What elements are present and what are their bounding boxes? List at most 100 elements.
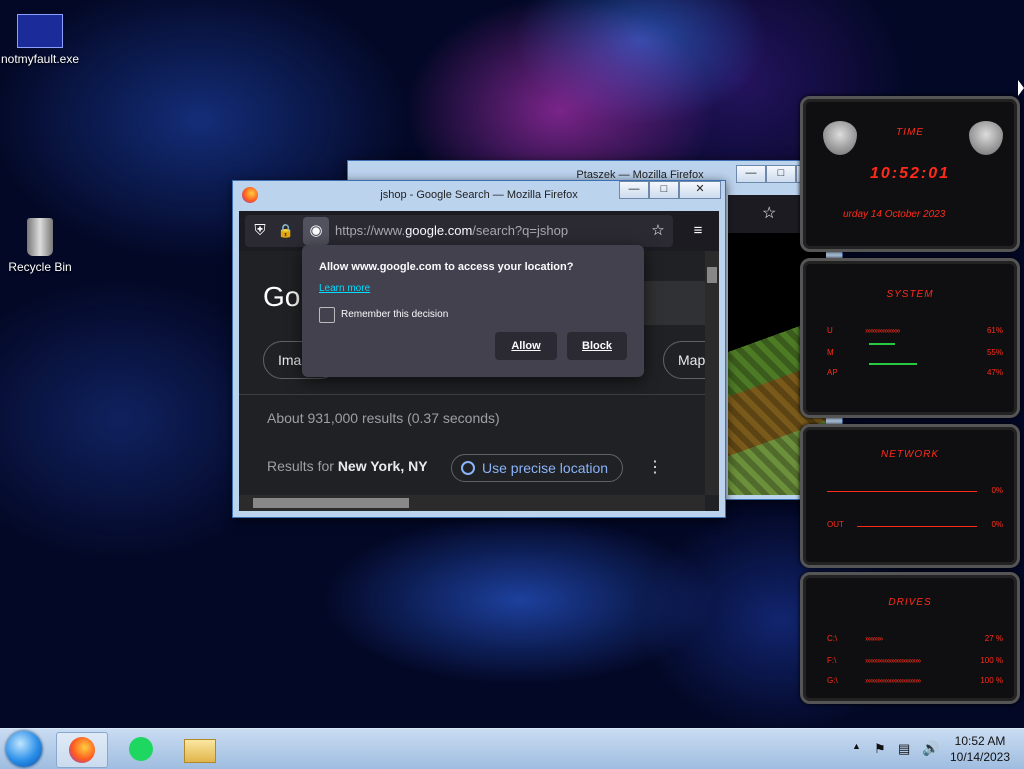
taskbar-notes-app[interactable] xyxy=(116,732,166,766)
permission-message: Allow www.google.com to access your loca… xyxy=(319,261,574,273)
network-row: OUT 0% xyxy=(827,519,1003,531)
widget-date-value: urday 14 October 2023 xyxy=(843,209,946,220)
precise-location-label: Use precise location xyxy=(482,460,609,476)
drive-row: F:\ »»»»»»»»»»»»»»»» 100 % xyxy=(827,655,1003,667)
window-title-text: jshop - Google Search — Mozilla Firefox xyxy=(380,189,578,201)
more-options-icon[interactable]: ⋮ xyxy=(647,457,663,477)
show-hidden-icons-button[interactable]: ▲ xyxy=(852,741,861,751)
results-for-place: New York, NY xyxy=(337,458,428,474)
system-row-pct: 61% xyxy=(986,326,1003,335)
drive-row-pct: 100 % xyxy=(980,656,1003,665)
menu-hamburger-icon[interactable]: ≡ xyxy=(685,215,711,247)
recycle-bin-icon xyxy=(27,218,53,256)
clock-date: 10/14/2023 xyxy=(949,750,1011,764)
block-button[interactable]: Block xyxy=(567,332,627,360)
drive-row-label: F:\ xyxy=(827,656,837,665)
remember-decision-label: Remember this decision xyxy=(341,309,449,320)
widget-network-title: NETWORK xyxy=(880,449,940,460)
maximize-button[interactable]: □ xyxy=(649,181,679,199)
lock-icon[interactable]: 🔒 xyxy=(273,215,299,247)
firefox-logo-icon xyxy=(242,187,258,203)
drive-row: C:\ »»»»» 27 % xyxy=(827,633,1003,645)
widget-time-title: TIME xyxy=(896,127,924,138)
horizontal-scrollbar[interactable] xyxy=(239,495,705,511)
drive-row-pct: 100 % xyxy=(980,676,1003,685)
allow-button[interactable]: Allow xyxy=(495,332,557,360)
system-row-label: M xyxy=(827,348,834,357)
folder-icon xyxy=(184,739,216,763)
widget-drives-panel: DRIVES C:\ »»»»» 27 % F:\ »»»»»»»»»»»»»»»» 1… xyxy=(800,572,1020,704)
network-row: 0% xyxy=(827,485,1003,497)
widget-network-panel: NETWORK 0% OUT 0% xyxy=(800,424,1020,568)
widget-drives-title: DRIVES xyxy=(888,597,932,608)
drive-row-label: G:\ xyxy=(827,676,838,685)
volume-icon[interactable]: 🔊 xyxy=(922,740,939,757)
start-button[interactable] xyxy=(6,731,42,767)
url-text[interactable]: https://www.google.com/search?q=jshop xyxy=(335,215,568,247)
desktop-icon-notmyfault[interactable]: notmyfault.exe xyxy=(0,14,80,66)
minimize-button[interactable]: — xyxy=(736,165,766,183)
bookmark-star-icon[interactable]: ☆ xyxy=(762,203,776,223)
widget-system-title: SYSTEM xyxy=(886,289,934,300)
taskbar-file-explorer[interactable] xyxy=(174,732,224,766)
location-permission-popup: Allow www.google.com to access your loca… xyxy=(302,245,644,377)
drive-row: G:\ »»»»»»»»»»»»»»»» 100 % xyxy=(827,675,1003,687)
google-logo[interactable]: Go xyxy=(263,281,300,313)
network-icon[interactable]: ▤ xyxy=(898,741,910,757)
vertical-scrollbar[interactable] xyxy=(705,251,719,495)
usage-bar: »»»»» xyxy=(865,634,883,643)
url-bar[interactable]: ⛨ 🔒 ◉ https://www.google.com/search?q=js… xyxy=(245,215,673,247)
desktop-icon-label: Recycle Bin xyxy=(8,260,72,274)
system-row-pct: 55% xyxy=(986,348,1003,357)
desktop-icon-recycle-bin[interactable]: Recycle Bin xyxy=(0,218,80,274)
taskbar: ▲ ⚑ ▤ 🔊 10:52 AM 10/14/2023 xyxy=(0,728,1024,769)
url-host: google.com xyxy=(405,223,473,238)
divider xyxy=(239,394,719,395)
chip-maps-label: Map xyxy=(678,352,706,368)
desktop-icon-label: notmyfault.exe xyxy=(0,52,80,66)
drive-row-pct: 27 % xyxy=(984,634,1003,643)
results-for: Results for New York, NY xyxy=(267,458,428,474)
network-row-label: OUT xyxy=(827,520,844,529)
system-row-pct: 47% xyxy=(986,368,1003,377)
system-row: M 55% xyxy=(827,347,1003,359)
location-permission-icon[interactable]: ◉ xyxy=(303,217,329,245)
taskbar-firefox[interactable] xyxy=(56,732,108,768)
maximize-button[interactable]: □ xyxy=(766,165,796,183)
window-controls: — □ ✕ xyxy=(619,181,721,199)
shield-icon[interactable]: ⛨ xyxy=(247,215,273,247)
results-stats: About 931,000 results (0.37 seconds) xyxy=(267,410,500,426)
system-row: AP 47% xyxy=(827,367,1003,379)
use-precise-location-button[interactable]: Use precise location xyxy=(451,454,623,482)
clock-time: 10:52 AM xyxy=(954,734,1006,748)
learn-more-link[interactable]: Learn more xyxy=(319,283,370,294)
notmyfault-icon xyxy=(17,14,63,48)
remember-decision-checkbox[interactable] xyxy=(319,307,335,323)
results-for-label: Results for xyxy=(267,458,334,474)
clock[interactable]: 10:52 AM 10/14/2023 xyxy=(942,733,1018,765)
network-row-pct: 0% xyxy=(991,486,1003,495)
green-meter xyxy=(869,363,917,365)
system-row-label: AP xyxy=(827,368,838,377)
alien-head-left-icon xyxy=(823,121,857,155)
system-row-label: U xyxy=(827,326,833,335)
firefox-logo-icon xyxy=(69,737,95,763)
url-path: /search?q=jshop xyxy=(472,223,569,238)
notes-app-icon xyxy=(129,737,153,761)
widget-clock-value: 10:52:01 xyxy=(869,165,951,182)
system-row: U »»»»»»»»»» 61% xyxy=(827,325,1003,337)
mouse-cursor-icon xyxy=(1018,80,1024,96)
widget-time-panel: TIME 10:52:01 urday 14 October 2023 xyxy=(800,96,1020,252)
search-box-partial[interactable] xyxy=(639,281,705,325)
usage-bar: »»»»»»»»»» xyxy=(865,326,900,335)
widget-system-panel: SYSTEM U »»»»»»»»»» 61% M 55% AP 47% xyxy=(800,258,1020,418)
network-row-pct: 0% xyxy=(991,520,1003,529)
green-meter xyxy=(869,343,895,345)
scrollbar-thumb[interactable] xyxy=(707,267,717,283)
action-center-flag-icon[interactable]: ⚑ xyxy=(874,741,886,757)
bookmark-star-icon[interactable]: ☆ xyxy=(645,215,671,247)
minimize-button[interactable]: — xyxy=(619,181,649,199)
scrollbar-thumb[interactable] xyxy=(253,498,409,508)
close-button[interactable]: ✕ xyxy=(679,181,721,199)
drive-row-label: C:\ xyxy=(827,634,838,643)
